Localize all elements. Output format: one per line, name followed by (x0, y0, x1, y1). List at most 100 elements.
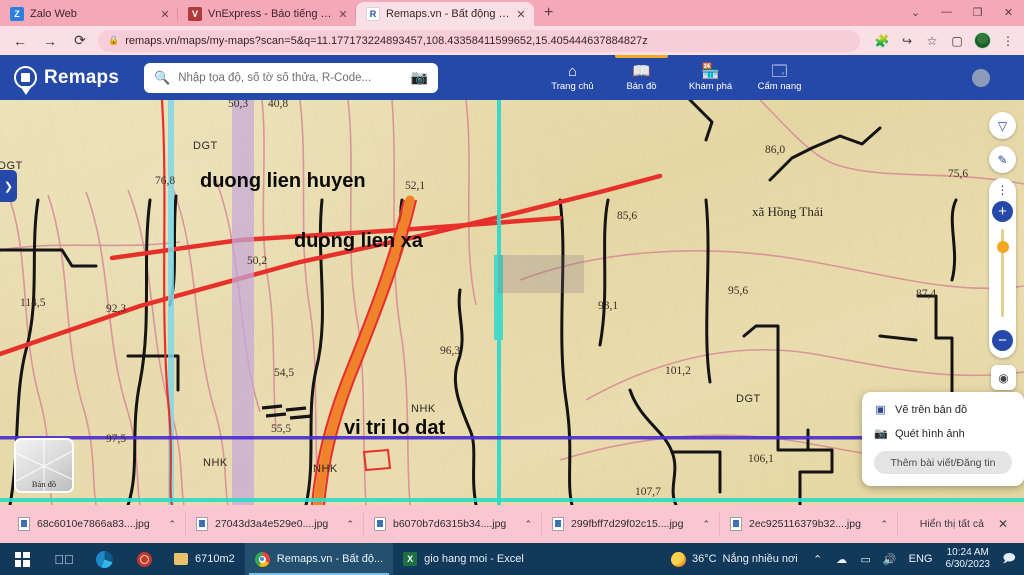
system-tray: 36°C Nắng nhiều nơi ⌃ ☁ ▭ 🔊 ENG 10:24 AM… (663, 543, 1024, 575)
windows-start-icon (14, 551, 30, 567)
clock-time: 10:24 AM (946, 547, 989, 558)
close-downloads-bar-button[interactable]: ✕ (998, 517, 1016, 531)
close-icon[interactable]: ✕ (516, 8, 526, 21)
download-item[interactable]: 299fbff7d29f02c15....jpg ⌃ (542, 509, 720, 539)
maximize-button[interactable]: ❐ (962, 0, 993, 24)
browser-tab-zalo[interactable]: Z Zalo Web ✕ (0, 2, 178, 26)
start-button[interactable] (0, 543, 44, 575)
map-annotation-duong-lien-xa[interactable]: duong lien xa (294, 230, 423, 253)
sidebar-expander-button[interactable]: ❯ (0, 170, 17, 202)
map-label: 87,4 (916, 288, 937, 300)
weather-desc: Nắng nhiều nơi (722, 553, 798, 565)
context-item-draw[interactable]: ▣ Vẽ trên bản đồ (874, 403, 1012, 417)
taskbar-item-excel[interactable]: X gio hang moi - Excel (393, 543, 534, 575)
map-label: 55,5 (271, 423, 292, 435)
brand-name: Remaps (44, 66, 120, 88)
close-icon[interactable]: ✕ (338, 8, 348, 21)
new-tab-button[interactable]: + (534, 2, 563, 26)
basemap-label: Bản đồ (31, 479, 57, 489)
nav-item-handbook[interactable]: 🗔 Cẩm nang (745, 55, 814, 100)
search-input[interactable] (178, 71, 403, 84)
taskbar-item-chrome[interactable]: Remaps.vn - Bất độ... (244, 543, 394, 575)
map-label: 85,6 (617, 210, 638, 222)
minimize-button[interactable]: — (931, 0, 962, 24)
zoom-slider[interactable] (996, 229, 1009, 317)
map-annotation-duong-lien-huyen[interactable]: duong lien huyen (200, 170, 366, 193)
language-indicator[interactable]: ENG (902, 553, 940, 565)
tab-search-icon[interactable]: ⌄ (900, 0, 931, 24)
download-item[interactable]: 2ec925116379b32....jpg ⌃ (720, 509, 898, 539)
clock[interactable]: 10:24 AM 6/30/2023 (940, 547, 997, 571)
chevron-up-icon[interactable]: ⌃ (524, 519, 532, 530)
nav-item-map[interactable]: 📖 Bản đồ (607, 55, 676, 100)
taskbar-red-app-button[interactable] (124, 543, 164, 575)
tray-overflow-chevron-icon[interactable]: ⌃ (806, 543, 830, 575)
battery-icon[interactable]: ▭ (854, 543, 878, 575)
chevron-up-icon[interactable]: ⌃ (880, 519, 888, 530)
extension-icon[interactable]: 🧩 (874, 34, 890, 48)
ruler-pencil-icon: ✎ (997, 152, 1008, 167)
window-controls: ⌄ — ❐ ✕ (900, 0, 1024, 24)
chevron-up-icon[interactable]: ⌃ (702, 519, 710, 530)
browser-tab-vnexpress[interactable]: V VnExpress - Báo tiếng Việt nhiều ✕ (178, 2, 356, 26)
search-box[interactable]: 🔍 📷 (144, 62, 438, 93)
download-item[interactable]: 68c6010e7866a83....jpg ⌃ (8, 509, 186, 539)
download-item[interactable]: 27043d3a4e529e0....jpg ⌃ (186, 509, 364, 539)
downloads-bar: 68c6010e7866a83....jpg ⌃ 27043d3a4e529e0… (0, 505, 1024, 543)
kebab-menu-icon[interactable]: ⋮ (997, 184, 1009, 196)
onedrive-icon[interactable]: ☁ (830, 543, 854, 575)
download-name: 2ec925116379b32....jpg (749, 518, 861, 530)
download-name: b6070b7d6315b34....jpg (393, 518, 507, 530)
user-avatar[interactable] (972, 69, 990, 87)
chevron-up-icon[interactable]: ⌃ (346, 519, 354, 530)
browser-tab-remaps[interactable]: R Remaps.vn - Bất động sản thật ✕ (356, 2, 534, 26)
omnibox-actions: 🧩 ↪ ☆ ▢ ⋮ (870, 32, 1016, 49)
map-context-menu[interactable]: ▣ Vẽ trên bản đồ 📷 Quét hình ảnh Thêm bà… (862, 392, 1024, 486)
back-icon[interactable]: ← (8, 29, 32, 53)
map-annotation-vi-tri-lo-dat[interactable]: vi tri lo dat (344, 417, 445, 440)
basemap-switcher[interactable]: Bản đồ (14, 438, 74, 493)
camera-icon[interactable]: 📷 (411, 69, 428, 86)
taskbar-edge-button[interactable] (84, 543, 124, 575)
zoom-in-button[interactable]: + (992, 201, 1013, 222)
bookmark-star-icon[interactable]: ☆ (924, 34, 940, 48)
browser-menu-icon[interactable]: ⋮ (1000, 34, 1016, 48)
brand-logo[interactable]: Remaps (0, 66, 140, 89)
reload-icon[interactable]: ⟳ (68, 29, 92, 53)
sidepanel-icon[interactable]: ▢ (949, 34, 965, 48)
forward-icon[interactable]: → (38, 29, 62, 53)
add-post-button[interactable]: Thêm bài viết/Đăng tin (874, 451, 1012, 474)
zoom-control-panel[interactable]: ⋮ + − (989, 178, 1016, 358)
avatar[interactable] (974, 32, 991, 49)
chevron-up-icon[interactable]: ⌃ (168, 519, 176, 530)
nav-item-home[interactable]: ⌂ Trang chủ (538, 55, 607, 100)
address-bar[interactable]: 🔒 remaps.vn/maps/my-maps?scan=5&q=11.177… (98, 29, 860, 52)
map-label: 50,2 (247, 255, 268, 267)
map-label: 76,8 (155, 175, 176, 187)
zoom-out-button[interactable]: − (992, 330, 1013, 351)
zoom-slider-handle[interactable] (996, 241, 1009, 253)
weather-widget[interactable]: 36°C Nắng nhiều nơi (663, 551, 806, 567)
locate-me-button[interactable]: ◉ (991, 365, 1016, 390)
taskbar-item-folder[interactable]: 6710m2 (164, 543, 245, 575)
folder-icon (174, 553, 188, 565)
close-icon[interactable]: ✕ (160, 8, 170, 21)
map-label: NHK (313, 463, 338, 475)
share-icon[interactable]: ↪ (899, 34, 915, 48)
zalo-icon: Z (10, 7, 24, 21)
map-measure-button[interactable]: ✎ (989, 146, 1016, 173)
volume-icon[interactable]: 🔊 (878, 543, 902, 575)
tab-title: Remaps.vn - Bất động sản thật (386, 8, 510, 20)
show-all-downloads-link[interactable]: Hiển thị tất cả (920, 518, 998, 530)
download-item[interactable]: b6070b7d6315b34....jpg ⌃ (364, 509, 542, 539)
map-filter-button[interactable]: ▽ (989, 112, 1016, 139)
notification-center-button[interactable]: 🗩 (996, 543, 1022, 575)
close-window-button[interactable]: ✕ (993, 0, 1024, 24)
nav-item-explore[interactable]: 🏪 Khám phá (676, 55, 745, 100)
map-canvas[interactable]: 50,3 40,8 DGT DGT 76,8 52,1 86,0 75,6 85… (0, 100, 1024, 505)
scan-image-icon: 📷 (874, 428, 888, 440)
map-label: 106,1 (748, 453, 774, 465)
image-file-icon (18, 517, 30, 531)
task-view-button[interactable]: ❏⃒ (44, 543, 84, 575)
context-item-scan[interactable]: 📷 Quét hình ảnh (874, 427, 1012, 441)
